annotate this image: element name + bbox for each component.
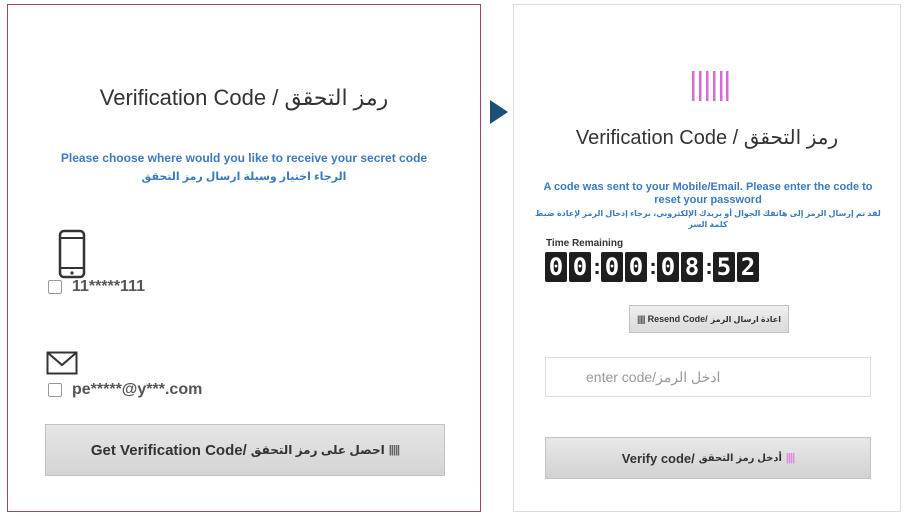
verify-label-english: Verify code/ [621, 450, 695, 466]
channel-select-panel: Verification Code / رمز التحقق Please ch… [7, 4, 481, 512]
verification-code-input[interactable] [545, 357, 871, 397]
timer-digit: 0 [569, 252, 591, 282]
time-remaining-label: Time Remaining [546, 238, 624, 249]
countdown-timer: 0 0 : 0 0 : 0 8 : 5 2 [545, 252, 761, 282]
instruction-english: Please choose where would you like to re… [60, 151, 428, 165]
mobile-phone-icon [58, 229, 86, 279]
timer-digit: 0 [601, 252, 623, 282]
timer-digit: 0 [625, 252, 647, 282]
resend-label-arabic: اعادة ارسال الرمز [710, 314, 781, 324]
timer-digit: 8 [681, 252, 703, 282]
timer-digit: 5 [713, 252, 735, 282]
instruction-arabic: الرجاء اختيار وسيلة ارسال رمز التحقق [141, 171, 347, 183]
verify-bars-icon: |||| [785, 452, 795, 464]
get-code-bars-icon: ||||| [388, 444, 400, 456]
code-sent-message-english: A code was sent to your Mobile/Email. Pl… [543, 181, 873, 206]
page-title: Verification Code / رمز التحقق [575, 127, 839, 149]
resend-code-button[interactable]: ||||| Resend Code/ اعادة ارسال الرمز [629, 305, 789, 333]
email-option-label: pe*****@y***.com [72, 381, 203, 398]
email-option[interactable]: pe*****@y***.com [48, 381, 202, 399]
mobile-option[interactable]: 11*****111 [48, 278, 145, 296]
timer-digit: 0 [545, 252, 567, 282]
timer-separator: : [705, 254, 713, 279]
timer-separator: : [649, 254, 657, 279]
verify-label-arabic: أدخل رمز التحقق [698, 452, 782, 464]
verify-code-button[interactable]: Verify code/ أدخل رمز التحقق |||| [545, 437, 871, 479]
timer-separator: : [593, 254, 601, 279]
mobile-checkbox[interactable] [48, 280, 62, 294]
screen: Verification Code / رمز التحقق Please ch… [0, 0, 906, 516]
get-code-label-arabic: احصل على رمز التحقق [250, 443, 385, 457]
email-checkbox[interactable] [48, 383, 62, 397]
next-step-arrow-icon [490, 100, 508, 124]
get-code-label-english: Get Verification Code/ [90, 441, 247, 459]
code-sent-message-arabic: لقد تم إرسال الرمز إلى هاتفك الجوال أو ب… [535, 209, 881, 229]
get-verification-code-button[interactable]: Get Verification Code/ احصل على رمز التح… [45, 424, 445, 476]
timer-digit: 2 [737, 252, 759, 282]
resend-label-english: Resend Code/ [647, 314, 708, 324]
resend-bars-icon: ||||| [637, 314, 646, 324]
code-entry-panel: Verification Code / رمز التحقق A code wa… [513, 4, 901, 512]
mobile-option-label: 11*****111 [72, 278, 145, 295]
envelope-icon [46, 351, 78, 375]
brand-bars-logo-icon [692, 71, 729, 101]
page-title: Verification Code / رمز التحقق [99, 85, 389, 110]
timer-digit: 0 [657, 252, 679, 282]
